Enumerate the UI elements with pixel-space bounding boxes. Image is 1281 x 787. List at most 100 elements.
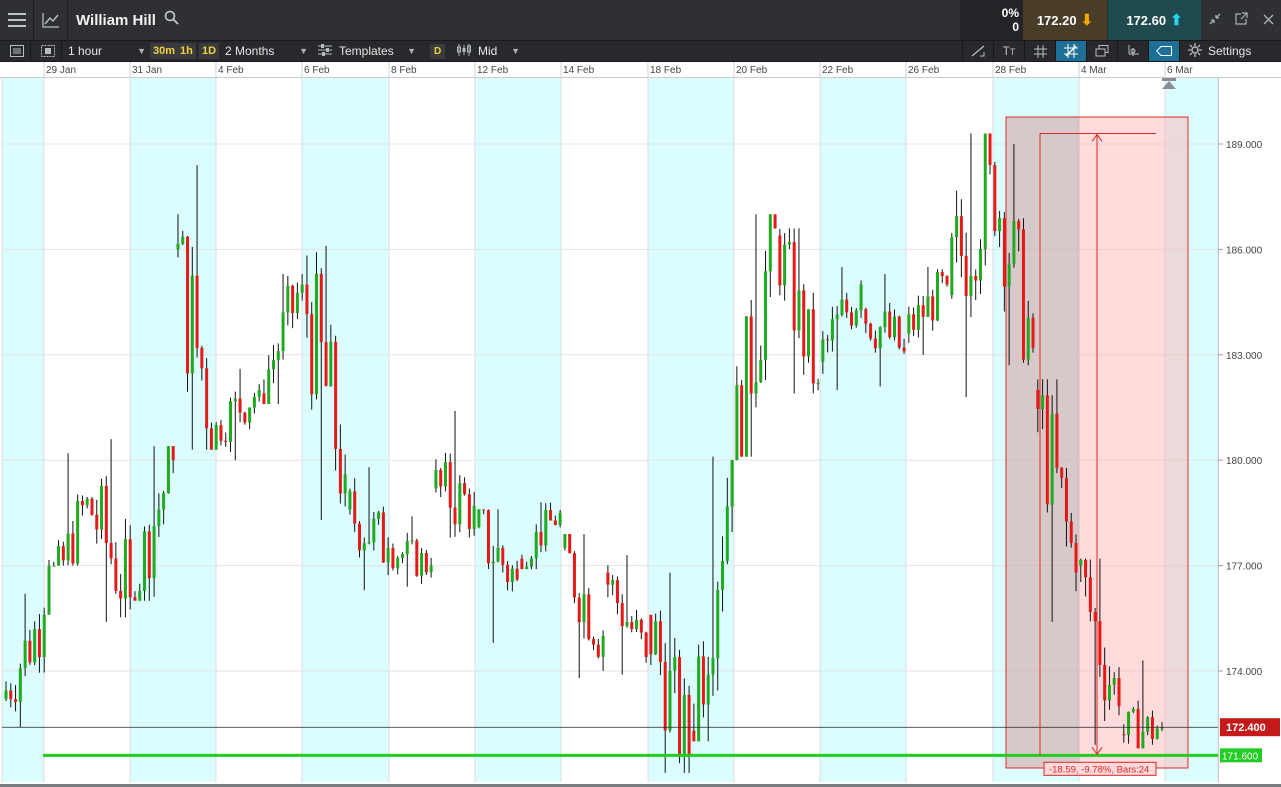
- drawing-list-icon[interactable]: [3, 41, 31, 61]
- candle-body: [553, 520, 557, 525]
- candle-body: [109, 542, 113, 559]
- candle-body: [52, 565, 56, 567]
- candle-body: [907, 314, 911, 334]
- price-type-label: Mid: [478, 44, 498, 58]
- interval-30m-button[interactable]: 30m: [150, 41, 179, 61]
- candle-body: [716, 589, 720, 659]
- text-tool-icon[interactable]: TT: [993, 41, 1024, 61]
- candles-icon: [456, 43, 472, 59]
- candle-body: [797, 290, 801, 331]
- y-tick-label: 174.000: [1226, 667, 1263, 678]
- interval-select[interactable]: 1 hour ▼: [68, 41, 146, 61]
- candle-body: [568, 533, 572, 554]
- measure-label: -18.59, -9.78%, Bars:24: [1049, 764, 1149, 775]
- candle-body: [324, 342, 328, 386]
- candle-body: [133, 597, 137, 601]
- interval-1h-label: 1h: [177, 43, 196, 59]
- candle-body: [515, 568, 519, 580]
- candle-body: [964, 255, 968, 296]
- instrument-title: William Hill: [76, 11, 156, 29]
- candle-body: [725, 506, 729, 562]
- x-tick-label: 28 Feb: [995, 65, 1027, 76]
- candle-body: [821, 339, 825, 362]
- candle-body: [878, 327, 882, 349]
- collapse-icon[interactable]: [1209, 12, 1221, 28]
- candle-body: [496, 547, 500, 562]
- chart-type-icon[interactable]: [34, 0, 68, 40]
- crosshair-grid-icon[interactable]: [1055, 41, 1086, 61]
- candle-body: [357, 523, 361, 551]
- candle-body: [663, 661, 667, 731]
- templates-select[interactable]: Templates ▼: [318, 41, 416, 61]
- right-tools: TT Settings: [962, 41, 1275, 61]
- buy-price: 172.60: [1126, 12, 1167, 28]
- candle-body: [988, 133, 992, 166]
- candle-body: [506, 564, 510, 582]
- candle-body: [525, 566, 529, 570]
- candle-body: [61, 546, 65, 561]
- candle-body: [811, 309, 815, 384]
- current-price-label: 172.400: [1226, 722, 1266, 734]
- candle-body: [921, 305, 925, 317]
- price-type-select[interactable]: Mid ▼: [456, 41, 520, 61]
- candle-body: [955, 216, 959, 238]
- trendline-icon[interactable]: [962, 41, 993, 61]
- candle-body: [1117, 677, 1121, 707]
- candle-body: [410, 540, 414, 542]
- templates-label: Templates: [339, 44, 394, 58]
- candle-body: [649, 614, 653, 655]
- chevron-down-icon: ▼: [511, 46, 520, 56]
- change-percent: 0%: [1001, 6, 1019, 20]
- x-tick-label: 4 Mar: [1081, 65, 1107, 76]
- candle-body: [104, 485, 108, 543]
- candle-body: [214, 425, 218, 450]
- candle-body: [467, 494, 471, 529]
- candle-body: [33, 629, 37, 663]
- candle-body: [759, 359, 763, 383]
- candle-body: [1146, 717, 1150, 732]
- x-tick-label: 20 Feb: [736, 65, 768, 76]
- close-icon[interactable]: [1263, 12, 1274, 28]
- buy-button[interactable]: 172.60 ⬆: [1108, 0, 1201, 40]
- candle-body: [606, 572, 610, 585]
- candle-body: [123, 539, 127, 599]
- x-tick-label: 6 Feb: [304, 65, 330, 76]
- candle-body: [902, 347, 906, 352]
- candle-body: [783, 244, 787, 286]
- range-select[interactable]: 2 Months ▼: [225, 41, 308, 61]
- candle-body: [501, 547, 505, 565]
- indicator-icon[interactable]: [1117, 41, 1148, 61]
- interval-1d-button[interactable]: 1D: [199, 41, 220, 61]
- candle-body: [1093, 611, 1097, 622]
- candle-body: [1127, 711, 1131, 735]
- candle-body: [735, 385, 739, 461]
- search-icon[interactable]: [164, 10, 179, 30]
- candle-body: [711, 658, 715, 675]
- down-arrow-icon: ⬇: [1080, 12, 1094, 29]
- windows-icon[interactable]: [1086, 41, 1117, 61]
- candle-body: [697, 656, 701, 742]
- price-label-icon[interactable]: [1148, 41, 1179, 61]
- measure-highlight: [1006, 117, 1080, 768]
- sell-button[interactable]: 172.20 ⬇: [1023, 0, 1107, 40]
- candle-body: [826, 339, 830, 341]
- chart-svg[interactable]: 29 Jan 31 Jan 4 Feb 6 Feb 8 Feb 12 Feb 14 Feb 1…: [0, 62, 1281, 787]
- layout-icon[interactable]: [34, 41, 62, 61]
- candle-body: [754, 382, 758, 394]
- candle-body: [152, 526, 156, 579]
- popout-icon[interactable]: [1235, 12, 1249, 28]
- grid-icon[interactable]: [1024, 41, 1055, 61]
- candle-body: [1079, 559, 1083, 566]
- candle-body: [620, 603, 624, 627]
- candle-body: [171, 446, 175, 461]
- d-chip[interactable]: D: [430, 41, 446, 61]
- candle-body: [625, 622, 629, 627]
- candle-body: [114, 558, 118, 591]
- settings-button[interactable]: Settings: [1179, 41, 1275, 61]
- x-tick-label: 31 Jan: [132, 65, 162, 76]
- price-chart[interactable]: 29 Jan 31 Jan 4 Feb 6 Feb 8 Feb 12 Feb 14 Feb 1…: [0, 62, 1281, 787]
- candle-body: [491, 561, 495, 564]
- x-tick-label: 26 Feb: [908, 65, 940, 76]
- menu-icon[interactable]: [0, 0, 34, 40]
- interval-1h-button[interactable]: 1h: [177, 41, 196, 61]
